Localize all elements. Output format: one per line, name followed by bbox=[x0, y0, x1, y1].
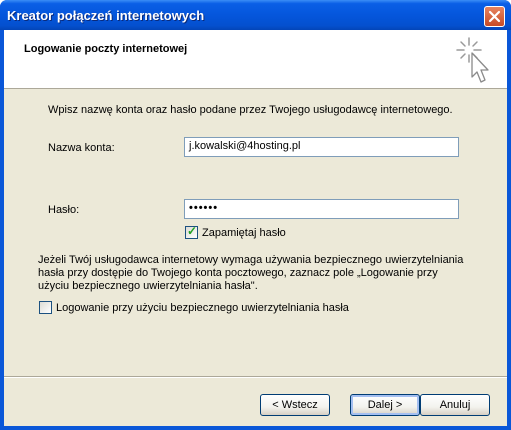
spa-info-line: użyciu bezpiecznego uwierzytelniania has… bbox=[38, 280, 258, 292]
spa-info-line: hasła przy dostępie do Twojego konta poc… bbox=[38, 267, 438, 279]
remember-password-label[interactable]: Zapamiętaj hasło bbox=[202, 227, 286, 239]
page-title: Logowanie poczty internetowej bbox=[24, 43, 188, 55]
password-label: Hasło: bbox=[48, 204, 80, 216]
title-bar[interactable]: Kreator połączeń internetowych bbox=[0, 0, 511, 30]
close-button[interactable] bbox=[484, 6, 505, 27]
next-button[interactable]: Dalej > bbox=[350, 394, 420, 416]
dialog-body: Logowanie poczty internetowej Wpisz nazw… bbox=[4, 30, 507, 426]
checkmark-icon: ✓ bbox=[187, 224, 198, 238]
spa-info-text: Jeżeli Twój usługodawca internetowy wyma… bbox=[38, 254, 468, 293]
wizard-sparkle-cursor-icon bbox=[456, 37, 489, 83]
spa-info-line: Jeżeli Twój usługodawca internetowy wyma… bbox=[38, 254, 464, 266]
remember-password-checkbox[interactable]: ✓ bbox=[185, 224, 198, 239]
wizard-header: Logowanie poczty internetowej bbox=[4, 30, 507, 89]
spa-login-label[interactable]: Logowanie przy użyciu bezpiecznego uwier… bbox=[56, 302, 349, 314]
footer-divider bbox=[4, 376, 507, 378]
spa-login-checkbox[interactable] bbox=[39, 301, 52, 314]
account-name-label: Nazwa konta: bbox=[48, 142, 115, 154]
window-title: Kreator połączeń internetowych bbox=[7, 8, 205, 23]
back-button[interactable]: < Wstecz bbox=[260, 394, 330, 416]
account-name-input[interactable]: j.kowalski@4hosting.pl bbox=[184, 137, 459, 157]
intro-text: Wpisz nazwę konta oraz hasło podane prze… bbox=[48, 104, 453, 116]
close-icon bbox=[488, 10, 501, 23]
cancel-button[interactable]: Anuluj bbox=[420, 394, 490, 416]
password-input[interactable]: •••••• bbox=[184, 199, 459, 219]
dialog-window: Kreator połączeń internetowych Logowanie… bbox=[0, 0, 511, 430]
